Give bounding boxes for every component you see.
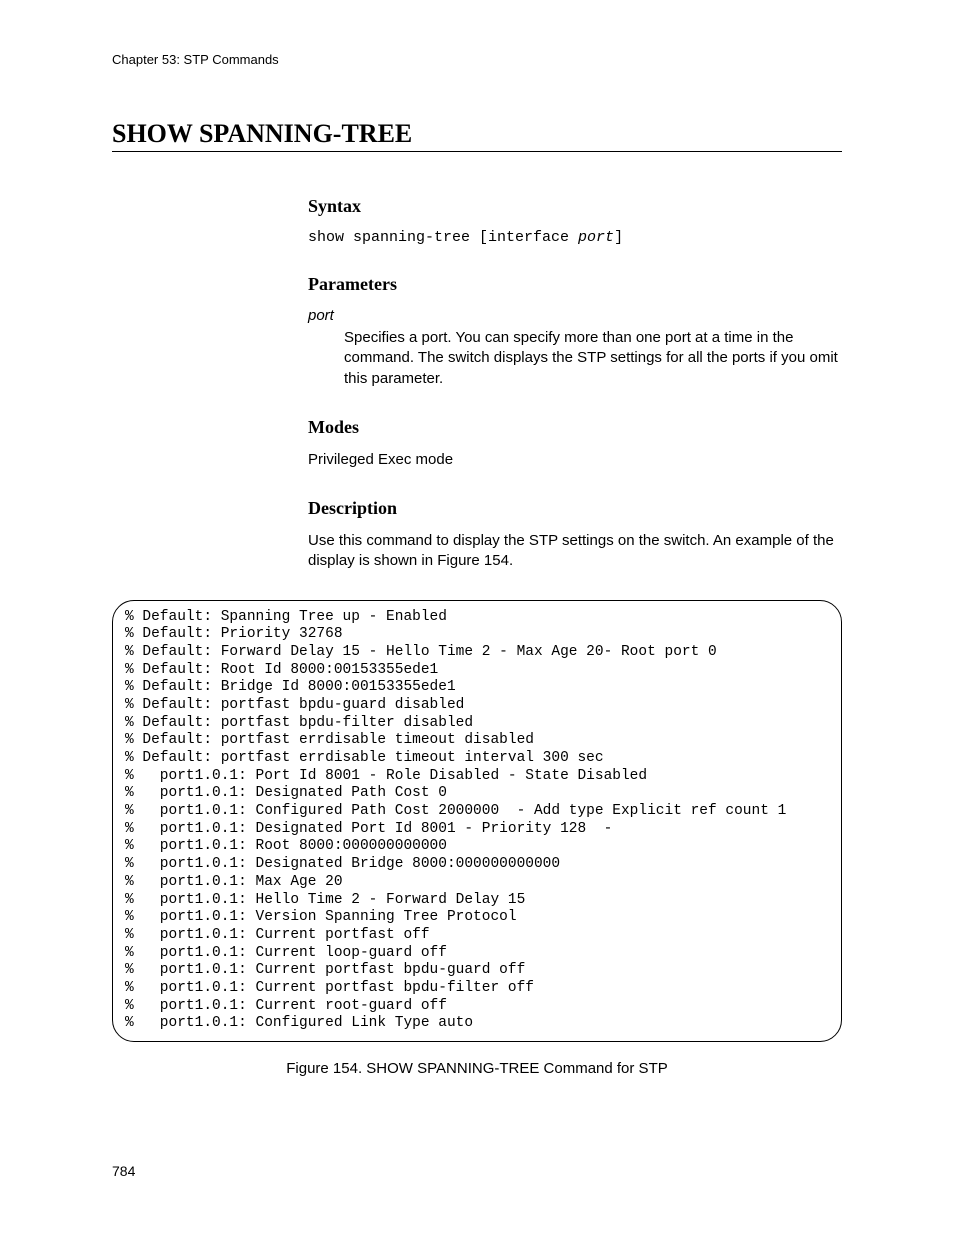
syntax-heading: Syntax [308, 196, 842, 217]
content-block: Syntax show spanning-tree [interface por… [308, 196, 842, 572]
description-heading: Description [308, 498, 842, 519]
parameter-description: Specifies a port. You can specify more t… [344, 328, 842, 389]
document-page: Chapter 53: STP Commands SHOW SPANNING-T… [0, 0, 954, 1235]
syntax-suffix: ] [614, 229, 623, 246]
modes-text: Privileged Exec mode [308, 450, 842, 470]
figure-caption: Figure 154. SHOW SPANNING-TREE Command f… [112, 1060, 842, 1077]
command-output-box: % Default: Spanning Tree up - Enabled % … [112, 600, 842, 1043]
page-number: 784 [112, 1163, 135, 1179]
description-text: Use this command to display the STP sett… [308, 531, 842, 572]
syntax-command: show spanning-tree [interface port] [308, 229, 842, 246]
modes-heading: Modes [308, 417, 842, 438]
syntax-param: port [578, 229, 614, 246]
page-title: SHOW SPANNING-TREE [112, 119, 842, 152]
running-header: Chapter 53: STP Commands [112, 52, 842, 67]
parameters-heading: Parameters [308, 274, 842, 295]
parameter-name: port [308, 307, 842, 324]
syntax-prefix: show spanning-tree [interface [308, 229, 578, 246]
